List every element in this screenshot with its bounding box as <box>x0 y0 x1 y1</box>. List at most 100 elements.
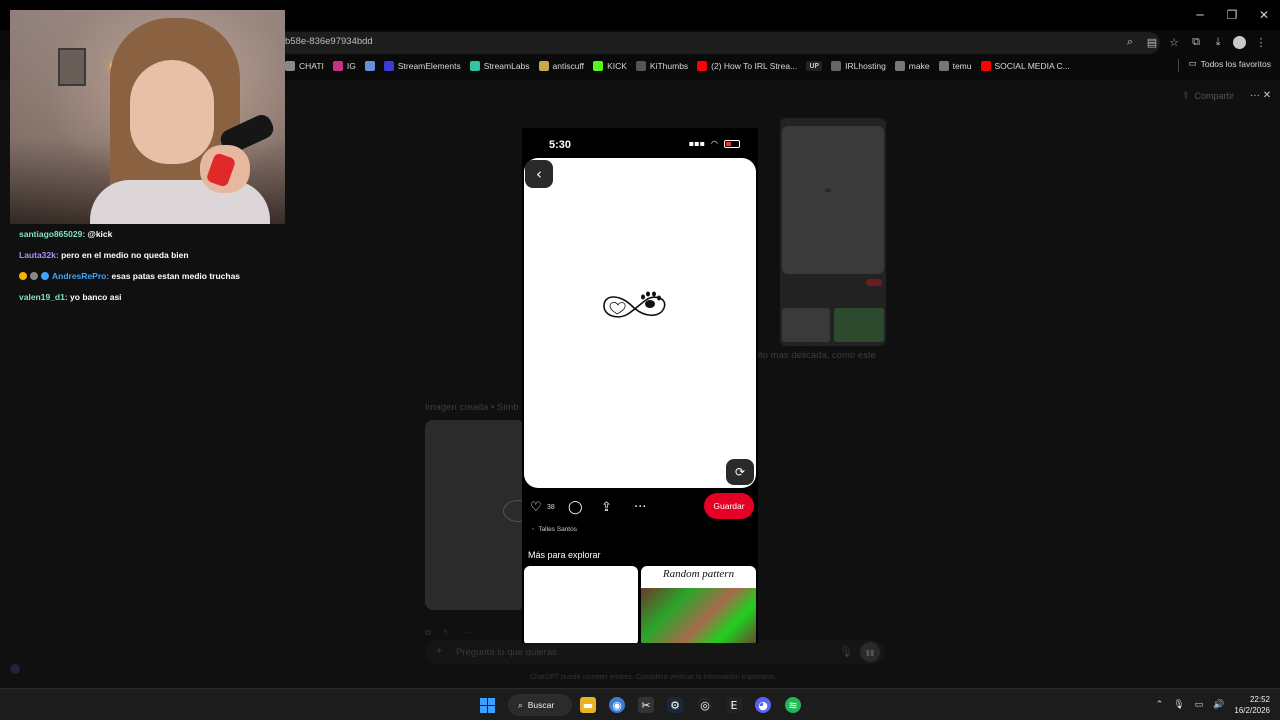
explore-pin-1[interactable] <box>524 566 638 643</box>
folder-icon: ▭ <box>1188 58 1197 68</box>
retry-icon[interactable]: ↻ <box>443 628 450 638</box>
spotify-icon[interactable]: ≋ <box>785 697 801 713</box>
reference-thumbnail[interactable]: ∞ <box>780 118 886 346</box>
bookmark-item[interactable]: antiscuff <box>538 61 585 71</box>
epic-games-icon[interactable]: E <box>726 697 742 713</box>
more-icon[interactable]: ··· <box>634 500 646 515</box>
bars-icon <box>538 61 549 71</box>
image-caption: Imagen creada • Simb <box>425 402 519 413</box>
search-icon: ⌕ <box>518 699 523 710</box>
bookmark-label: IRLhosting <box>845 61 886 71</box>
chat-message: valen19_d1: yo banco asi <box>19 291 240 312</box>
bookmark-item[interactable]: StreamLabs <box>469 61 530 71</box>
tray-expand-icon[interactable]: ⌃ <box>1156 700 1164 710</box>
streamer-face <box>130 60 214 164</box>
bookmark-label: make <box>908 61 930 71</box>
steam-icon[interactable]: ⚙ <box>667 697 683 713</box>
phone-mirror: 5:30 ▪▪▪ ◠ ‹ ⟳ ♡ 38 ◯ ⇪ ··· Guardar ◦ Ta… <box>522 128 758 643</box>
comment-icon[interactable]: ◯ <box>568 500 583 515</box>
mic-tray-icon[interactable]: 🎙 <box>1173 700 1184 710</box>
chat-username[interactable]: AndresRePro: <box>52 271 109 281</box>
star-icon[interactable]: ☆ <box>1163 32 1185 52</box>
profile-avatar[interactable] <box>1233 36 1246 49</box>
bookmark-item[interactable]: (2) How To IRL Strea... <box>697 61 797 71</box>
thumbnail-mini-1 <box>782 308 830 342</box>
file-explorer-icon[interactable]: ▬ <box>580 697 596 713</box>
chrome-icon[interactable]: ◉ <box>609 697 625 713</box>
bookmark-item[interactable]: CHATI <box>285 61 324 71</box>
generated-image-card[interactable] <box>425 420 533 610</box>
bookmark-label: StreamElements <box>397 61 461 71</box>
maximize-icon[interactable]: ❐ <box>1216 0 1248 30</box>
all-favorites-label: Todos los favoritos <box>1200 58 1271 69</box>
clock-time: 22:52 <box>1249 695 1270 704</box>
folder-icon <box>894 61 905 71</box>
bookmark-item[interactable]: StreamElements <box>383 61 461 71</box>
bookmark-item[interactable]: IRLhosting <box>831 61 886 71</box>
pin-author[interactable]: ◦ Talles Santos <box>532 526 577 533</box>
windows-start-icon[interactable] <box>480 698 495 713</box>
share-button[interactable]: ⇪ Compartir <box>1182 90 1234 101</box>
discord-icon[interactable]: ◕ <box>755 697 771 713</box>
youtube-icon <box>980 61 991 71</box>
visual-search-icon[interactable]: ⟳ <box>726 459 754 485</box>
chat-username[interactable]: Lauta32k: <box>19 250 59 260</box>
bookmark-item[interactable]: KiThumbs <box>635 61 688 71</box>
mic-icon[interactable]: 🎙 <box>839 645 853 658</box>
bookmark-item[interactable]: temu <box>938 61 972 71</box>
system-tray: ⌃ 🎙 ▭ 🔊 22:52 16/2/2026 <box>1156 694 1270 716</box>
page-icon[interactable]: ▤ <box>1141 32 1163 52</box>
save-button[interactable]: Guardar <box>704 493 754 519</box>
close-overlay-icon[interactable]: ✕ <box>1263 90 1271 101</box>
zoom-icon[interactable]: ⌕ <box>1119 32 1141 52</box>
more-icon[interactable]: ··· <box>1250 90 1260 101</box>
bookmarks-separator <box>1178 59 1179 72</box>
bookmark-item[interactable]: SOCIAL MEDIA C... <box>980 61 1070 71</box>
network-icon[interactable]: ▭ <box>1195 700 1204 710</box>
chat-username[interactable]: santiago865029: <box>19 229 85 239</box>
chat-username[interactable]: valen19_d1: <box>19 292 68 302</box>
volume-icon[interactable]: 🔊 <box>1213 700 1224 710</box>
bookmark-item[interactable] <box>364 61 375 71</box>
share-icon: ⇪ <box>1182 90 1190 100</box>
clock[interactable]: 22:52 16/2/2026 <box>1234 694 1270 716</box>
streamlabs-icon <box>469 61 480 71</box>
share-icon[interactable]: ⇪ <box>601 500 612 515</box>
bookmark-label: antiscuff <box>552 61 585 71</box>
chat-message: santiago865029: @kick <box>19 228 240 249</box>
obs-icon[interactable]: ◎ <box>697 697 713 713</box>
taskbar-search[interactable]: ⌕ Buscar <box>508 694 572 716</box>
capcut-icon[interactable]: ✂ <box>638 697 654 713</box>
back-button[interactable]: ‹ <box>525 160 553 188</box>
voice-mode-icon[interactable]: ▮▮ <box>860 642 880 662</box>
chat-text: yo banco asi <box>70 292 122 302</box>
author-name: Talles Santos <box>538 526 577 533</box>
download-icon[interactable]: ⤓ <box>1207 32 1229 52</box>
up-icon: UP <box>806 61 823 71</box>
copy-icon[interactable]: ⧉ <box>425 628 431 638</box>
url-text[interactable]: b58e-836e97934bdd <box>285 36 373 47</box>
more-icon[interactable]: ··· <box>461 628 469 638</box>
prompt-input[interactable]: Pregunta lo que quieras <box>456 647 557 658</box>
disclaimer: ChatGPT puede cometer errores. Considera… <box>530 674 777 681</box>
message-actions: ⧉ ↻ ··· <box>425 628 469 638</box>
omnibox[interactable] <box>270 32 1160 54</box>
screen: ─ ❐ ✕ b58e-836e97934bdd ⌕ ▤ ☆ ⧉ ⤓ ⋮ CHAT… <box>0 0 1280 720</box>
stream-indicator-icon <box>10 664 20 674</box>
plus-icon[interactable]: + <box>436 645 442 657</box>
heart-icon[interactable]: ♡ <box>530 500 542 515</box>
bookmark-item[interactable]: make <box>894 61 930 71</box>
menu-icon[interactable]: ⋮ <box>1250 32 1272 52</box>
extensions-icon[interactable]: ⧉ <box>1185 32 1207 52</box>
explore-pin-2[interactable]: Random pattern <box>641 566 756 643</box>
all-favorites[interactable]: ▭ Todos los favoritos <box>1189 58 1271 69</box>
explore-pin-title: Random pattern <box>662 568 735 580</box>
bookmark-item[interactable]: UP <box>806 61 823 71</box>
bookmark-item[interactable]: KICK <box>593 61 627 71</box>
close-icon[interactable]: ✕ <box>1248 0 1280 30</box>
signal-icon: ▪▪▪ <box>688 139 706 148</box>
wifi-icon: ◠ <box>711 139 718 148</box>
bookmark-item[interactable]: IG <box>332 61 356 71</box>
minimize-icon[interactable]: ─ <box>1184 0 1216 30</box>
share-label: Compartir <box>1194 90 1235 101</box>
